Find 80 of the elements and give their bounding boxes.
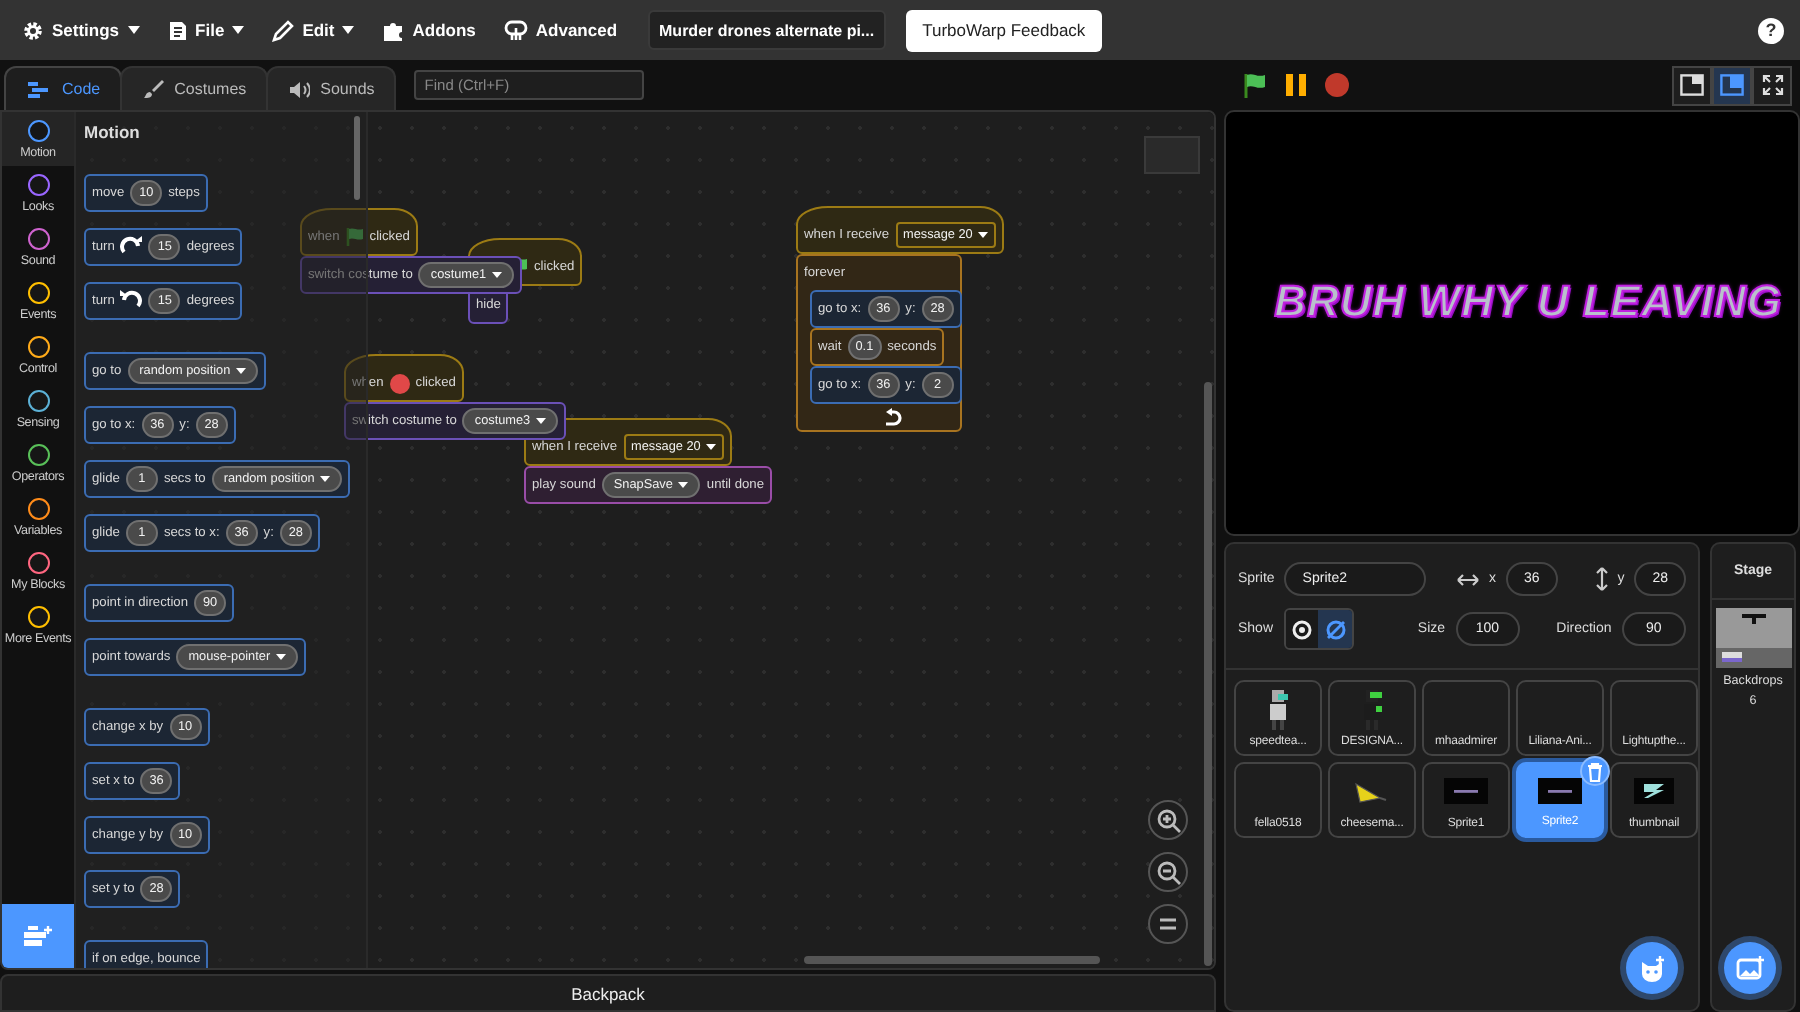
- gear-icon: [22, 19, 44, 41]
- pencil-icon: [272, 19, 295, 41]
- stop-button[interactable]: [1322, 70, 1352, 100]
- banner-icon: [1444, 778, 1488, 804]
- pause-icon: [1284, 72, 1308, 98]
- caret-icon: [492, 272, 503, 278]
- rotate-right-icon: [120, 236, 143, 258]
- menu-item[interactable]: Settings: [8, 0, 154, 60]
- menu-item[interactable]: Addons: [368, 0, 490, 60]
- layout-icon: [1720, 74, 1744, 96]
- add-sprite-button[interactable]: [1626, 942, 1678, 994]
- reset-zoom-button[interactable]: [1148, 904, 1188, 944]
- flag-icon: [1242, 72, 1268, 98]
- scrollbar[interactable]: [1204, 382, 1212, 966]
- caret-icon: [276, 654, 287, 660]
- fullscreen-button[interactable]: [1752, 65, 1792, 105]
- menu-item[interactable]: Edit: [258, 0, 369, 60]
- help-button[interactable]: ?: [1758, 17, 1784, 43]
- stop-icon: [1324, 72, 1350, 98]
- file-icon: [167, 19, 188, 41]
- editor-tab[interactable]: Costumes: [120, 66, 269, 110]
- editor-tab[interactable]: Code: [4, 66, 123, 110]
- eye-slash-icon: [1323, 619, 1348, 639]
- flag-icon: [345, 228, 364, 246]
- run-button[interactable]: [1240, 70, 1270, 100]
- caret-icon: [706, 444, 717, 450]
- stage-layout-button[interactable]: [1672, 65, 1712, 105]
- caret-icon: [678, 482, 689, 488]
- zoom-in-icon: [1155, 807, 1181, 833]
- caret-icon: [320, 476, 331, 482]
- caret-icon: [232, 26, 245, 34]
- scrollbar[interactable]: [354, 116, 360, 200]
- horizontal-arrows-icon: [1455, 573, 1480, 585]
- fullscreen-icon: [1761, 74, 1783, 96]
- trash-icon: [1586, 761, 1604, 781]
- caret-icon: [127, 26, 140, 34]
- equals-icon: [1158, 916, 1178, 932]
- zoom-in-button[interactable]: [1148, 800, 1188, 840]
- zoom-out-icon: [1155, 859, 1181, 885]
- caret-icon: [342, 26, 355, 34]
- figure-icon: [1264, 687, 1292, 731]
- pause-button[interactable]: [1282, 70, 1310, 100]
- backpack-bar[interactable]: Backpack: [0, 974, 1216, 1012]
- cheese-icon: [1354, 778, 1390, 804]
- caret-icon: [978, 232, 989, 238]
- speaker-icon: [288, 79, 311, 99]
- stage-layout-button[interactable]: [1712, 65, 1752, 105]
- category-heading: Motion: [84, 122, 142, 142]
- feedback-button[interactable]: TurboWarp Feedback: [906, 9, 1102, 51]
- add-extension-button[interactable]: [2, 904, 74, 968]
- minimap: [1144, 136, 1200, 174]
- rotate-left-icon: [120, 290, 143, 312]
- vertical-arrows-icon: [1595, 566, 1608, 592]
- puzzle-icon: [382, 19, 405, 41]
- picture-icon: [1736, 956, 1764, 980]
- hide-button[interactable]: [1318, 610, 1353, 648]
- blocks-icon: [26, 79, 52, 99]
- backdrop-thumbnail: [1715, 608, 1791, 668]
- scrollbar[interactable]: [804, 956, 1100, 964]
- caret-icon: [536, 418, 547, 424]
- banner-icon: [1634, 778, 1674, 804]
- banner-icon: [1538, 778, 1582, 804]
- eye-icon: [1289, 619, 1314, 639]
- show-button[interactable]: [1285, 610, 1319, 648]
- brush-icon: [142, 78, 165, 100]
- chip-icon: [503, 19, 528, 41]
- extension-icon: [22, 924, 54, 948]
- menu-item[interactable]: Advanced: [489, 0, 632, 60]
- layout-icon: [1680, 74, 1704, 96]
- stop-icon: [389, 373, 410, 393]
- caret-icon: [236, 368, 247, 374]
- project-title-field[interactable]: Murder drones alternate pi...: [647, 10, 887, 50]
- delete-button[interactable]: [1580, 756, 1610, 786]
- zoom-out-button[interactable]: [1148, 852, 1188, 892]
- add-backdrop-button[interactable]: [1724, 942, 1776, 994]
- stage-text: BRUH WHY U LEAVING: [1274, 275, 1782, 327]
- loop-arrow-icon: [884, 408, 902, 426]
- menu-item[interactable]: File: [153, 0, 259, 60]
- editor-tab[interactable]: Sounds: [266, 66, 397, 110]
- cat-icon: [1638, 955, 1666, 981]
